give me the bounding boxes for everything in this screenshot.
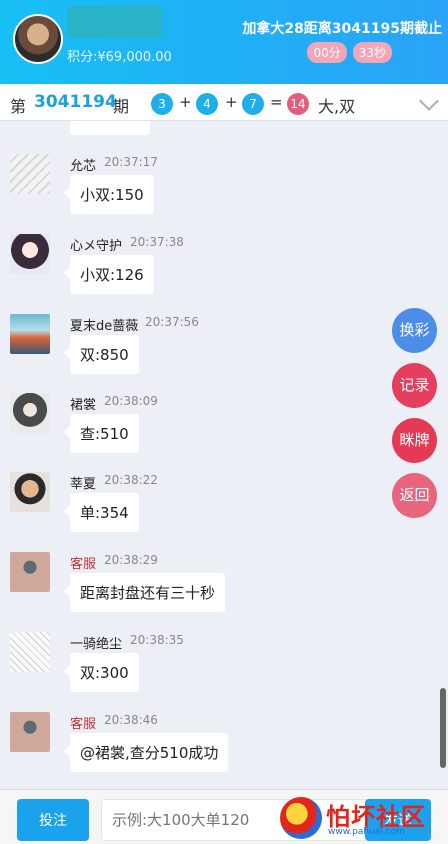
last-draw-bar[interactable]: 第 3041194 期 3 + 4 + 7 = 14 大,双: [0, 84, 448, 121]
my-avatar[interactable]: [13, 14, 63, 64]
user-avatar[interactable]: [10, 234, 50, 274]
message-bubble: 查:510: [64, 414, 139, 453]
bet-button[interactable]: 投注: [17, 799, 89, 841]
chat-message: 客服 20:38:46 @裙裳,查分510成功: [0, 712, 400, 789]
period-prefix: 第: [10, 97, 27, 116]
watermark-url: www.pahuai.com: [328, 827, 405, 837]
message-username: 允芯: [70, 159, 97, 174]
message-username: 客服: [70, 717, 97, 732]
user-avatar[interactable]: [10, 154, 50, 194]
chat-scrollbar[interactable]: [440, 688, 446, 768]
message-username: 莘夏: [70, 477, 97, 492]
period-number: 3041194: [34, 92, 117, 112]
message-time: 20:38:22: [104, 473, 158, 487]
message-time: 20:37:38: [130, 235, 184, 249]
message-time: 20:37:17: [104, 155, 158, 169]
countdown-minutes: 00分: [307, 42, 347, 63]
user-avatar[interactable]: [10, 472, 50, 512]
user-avatar[interactable]: [10, 393, 50, 433]
message-username: 夏末de蔷薇: [70, 319, 139, 334]
chat-list[interactable]: 允芯 20:37:17 小双:150 心メ守护 20:37:38 小双:126 …: [0, 121, 448, 789]
message-bubble: 小双:126: [64, 255, 154, 294]
message-bubble: 双:850: [64, 335, 139, 374]
draw-ball-3: 7: [242, 93, 264, 115]
draw-ball-2: 4: [196, 93, 218, 115]
records-button[interactable]: 记录: [392, 363, 437, 408]
message-bubble: 单:354: [64, 493, 139, 532]
draw-result: 大,双: [318, 97, 356, 116]
user-avatar[interactable]: [10, 314, 50, 354]
back-button[interactable]: 返回: [392, 473, 437, 518]
message-time: 20:37:56: [145, 315, 199, 329]
message-bubble: 双:300: [64, 653, 139, 692]
message-time: 20:38:35: [130, 633, 184, 647]
chat-message: 心メ守护 20:37:38 小双:126: [0, 234, 400, 314]
switch-lottery-button[interactable]: 换彩: [392, 308, 437, 353]
plus-sign: +: [225, 93, 238, 111]
watermark-logo-icon: [280, 797, 322, 839]
chat-message: 一骑绝尘 20:38:35 双:300: [0, 632, 400, 712]
equals-sign: =: [270, 93, 283, 111]
message-username: 心メ守护: [70, 239, 123, 254]
message-username: 客服: [70, 557, 97, 572]
user-avatar[interactable]: [10, 712, 50, 752]
period-suffix: 期: [113, 97, 130, 116]
chevron-down-icon[interactable]: [419, 91, 439, 111]
message-bubble: @裙裳,查分510成功: [63, 733, 229, 772]
plus-sign: +: [179, 93, 192, 111]
squeeze-card-button[interactable]: 眯牌: [392, 418, 437, 463]
draw-sum-ball: 14: [287, 93, 309, 115]
message-bubble: 小双:150: [64, 175, 154, 214]
user-avatar[interactable]: [10, 632, 50, 672]
message-time: 20:38:46: [104, 713, 158, 727]
draw-ball-1: 3: [151, 93, 173, 115]
balance-label: 积分:¥69,000.00: [67, 50, 172, 65]
partial-message-bubble: [70, 121, 150, 135]
countdown-title: 加拿大28距离3041195期截止: [242, 21, 442, 37]
username-redacted: [67, 6, 162, 38]
chat-message: 夏末de蔷薇 20:37:56 双:850: [0, 314, 400, 394]
room-header: 积分:¥69,000.00 加拿大28距离3041195期截止 00分 33秒: [0, 0, 448, 84]
message-time: 20:38:09: [104, 394, 158, 408]
message-time: 20:38:29: [104, 553, 158, 567]
countdown-timer: 00分 33秒: [301, 42, 392, 63]
message-username: 一骑绝尘: [70, 637, 123, 652]
chat-message: 客服 20:38:29 距离封盘还有三十秒: [0, 552, 400, 632]
message-bubble: 距离封盘还有三十秒: [63, 573, 226, 612]
countdown-seconds: 33秒: [352, 42, 392, 63]
chat-message: 允芯 20:37:17 小双:150: [0, 154, 400, 234]
site-watermark: 怕坏社区 www.pahuai.com: [280, 795, 440, 841]
chat-message: 莘夏 20:38:22 单:354: [0, 472, 400, 552]
user-avatar[interactable]: [10, 552, 50, 592]
chat-message: 裙裳 20:38:09 查:510: [0, 393, 400, 473]
message-username: 裙裳: [70, 398, 97, 413]
